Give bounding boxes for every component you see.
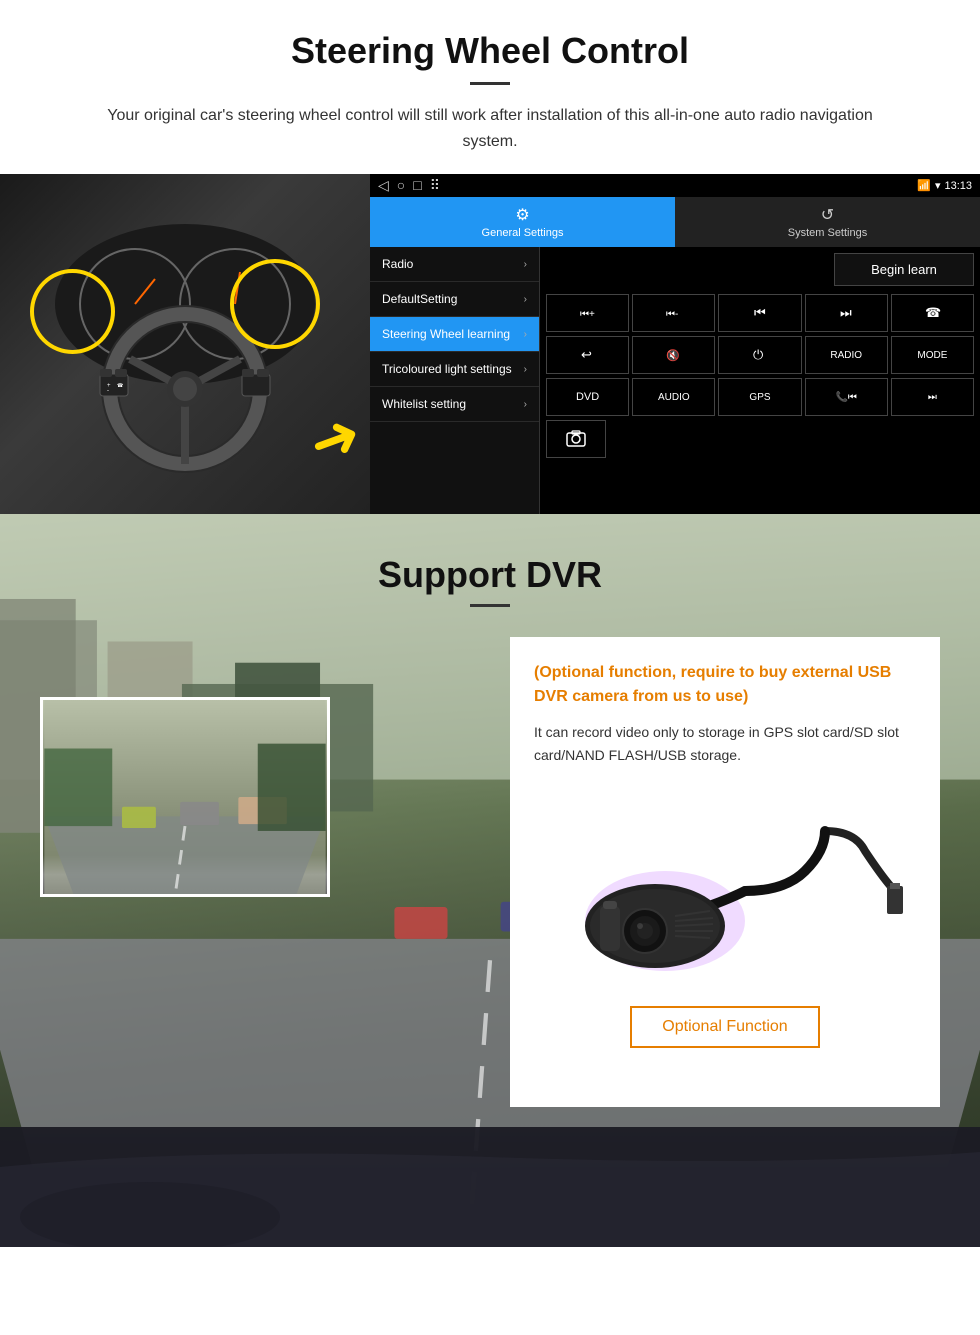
svg-text:☎: ☎: [925, 305, 941, 320]
section1-title: Steering Wheel Control: [40, 30, 940, 72]
svg-text:⏮-: ⏮-: [666, 309, 678, 320]
steering-photo: + - ☎ ➜: [0, 174, 370, 514]
svg-text:⏮+: ⏮+: [580, 309, 595, 320]
status-bar-nav: ◁ ○ □ ⠿: [378, 177, 440, 194]
signal-icon: 📶: [917, 179, 931, 192]
ctrl-audio[interactable]: AUDIO: [632, 378, 715, 416]
menu-radio-label: Radio: [382, 257, 413, 271]
nav-dots[interactable]: ⠿: [430, 177, 440, 194]
ctrl-radio[interactable]: RADIO: [805, 336, 888, 374]
android-tab-bar: ⚙ General Settings ↺ System Settings: [370, 197, 980, 247]
chevron-right-icon-2: ›: [524, 294, 527, 305]
ctrl-phone[interactable]: ☎: [891, 294, 974, 332]
dvr-desc-text: It can record video only to storage in G…: [534, 721, 916, 766]
section2-dvr: Support DVR: [0, 514, 980, 1247]
begin-learn-button[interactable]: Begin learn: [834, 253, 974, 286]
menu-tricoloured-label: Tricoloured light settings: [382, 362, 512, 376]
section1-divider: [470, 82, 510, 85]
steering-control-area: Begin learn ⏮+ ⏮- ⏮ ⏭: [540, 247, 980, 514]
android-main-area: Radio › DefaultSetting › Steering Wheel …: [370, 247, 980, 514]
dvr-preview-image: [40, 697, 330, 897]
nav-square[interactable]: □: [413, 177, 421, 194]
menu-item-steering[interactable]: Steering Wheel learning ›: [370, 317, 539, 352]
car-dashboard-svg: [0, 1127, 980, 1247]
dvr-info-card: (Optional function, require to buy exter…: [510, 637, 940, 1107]
ctrl-camera[interactable]: [546, 420, 606, 458]
tab-system-label: System Settings: [788, 227, 867, 239]
dvr-camera-svg: [545, 791, 905, 981]
status-bar: ◁ ○ □ ⠿ 📶 ▾ 13:13: [370, 174, 980, 197]
menu-item-default[interactable]: DefaultSetting ›: [370, 282, 539, 317]
status-bar-info: 📶 ▾ 13:13: [917, 179, 972, 192]
svg-text:☎: ☎: [117, 383, 123, 389]
section2-inner: Support DVR: [0, 514, 980, 1127]
ctrl-dvd[interactable]: DVD: [546, 378, 629, 416]
menu-item-radio[interactable]: Radio ›: [370, 247, 539, 282]
svg-text:🔇: 🔇: [666, 349, 680, 362]
section2-divider: [470, 604, 510, 607]
begin-learn-row: Begin learn: [546, 253, 974, 286]
status-time: 13:13: [944, 180, 972, 192]
control-buttons-row1: ⏮+ ⏮- ⏮ ⏭ ☎: [546, 294, 974, 332]
ctrl-next2[interactable]: ⏭: [891, 378, 974, 416]
ctrl-vol-down[interactable]: ⏮-: [632, 294, 715, 332]
wifi-icon: ▾: [935, 179, 941, 192]
general-settings-icon: ⚙: [515, 205, 529, 225]
optional-function-button[interactable]: Optional Function: [630, 1006, 819, 1048]
chevron-right-icon-5: ›: [524, 399, 527, 410]
settings-menu: Radio › DefaultSetting › Steering Wheel …: [370, 247, 540, 514]
ctrl-vol-up[interactable]: ⏮+: [546, 294, 629, 332]
section2-bottom: [0, 1127, 980, 1247]
control-buttons-row2: ↩ 🔇 ⏻ RADIO MODE: [546, 336, 974, 374]
svg-text:-: -: [107, 388, 109, 394]
menu-steering-label: Steering Wheel learning: [382, 327, 510, 341]
tab-system-settings[interactable]: ↺ System Settings: [675, 197, 980, 247]
device-screenshot: + - ☎ ➜ ◁ ○ □ ⠿ 📶 ▾ 13:13: [0, 174, 980, 514]
nav-back[interactable]: ◁: [378, 177, 389, 194]
chevron-right-icon: ›: [524, 259, 527, 270]
chevron-right-icon-3: ›: [524, 329, 527, 340]
menu-whitelist-label: Whitelist setting: [382, 397, 466, 411]
dvr-camera-image: [534, 786, 916, 986]
ctrl-next[interactable]: ⏭: [805, 294, 888, 332]
section2-title: Support DVR: [40, 554, 940, 596]
ctrl-mode[interactable]: MODE: [891, 336, 974, 374]
svg-text:⏮: ⏮: [754, 305, 766, 320]
ctrl-prev[interactable]: ⏮: [718, 294, 801, 332]
android-ui-panel: ◁ ○ □ ⠿ 📶 ▾ 13:13 ⚙ General Settings ↺ S…: [370, 174, 980, 514]
ctrl-mute[interactable]: 🔇: [632, 336, 715, 374]
menu-item-tricoloured[interactable]: Tricoloured light settings ›: [370, 352, 539, 387]
yellow-circle-right: [230, 259, 320, 349]
dvr-optional-text: (Optional function, require to buy exter…: [534, 661, 916, 709]
dvr-preview-svg: [43, 700, 327, 894]
svg-text:↩: ↩: [581, 347, 592, 362]
svg-text:⏻: ⏻: [753, 347, 763, 362]
yellow-circle-left: [30, 269, 115, 354]
nav-home[interactable]: ○: [397, 177, 405, 194]
menu-item-whitelist[interactable]: Whitelist setting ›: [370, 387, 539, 422]
section1-subtitle: Your original car's steering wheel contr…: [100, 103, 880, 154]
dvr-left-area: [40, 637, 490, 897]
ctrl-power[interactable]: ⏻: [718, 336, 801, 374]
svg-text:⏭: ⏭: [840, 305, 852, 320]
chevron-right-icon-4: ›: [524, 364, 527, 375]
ctrl-back[interactable]: ↩: [546, 336, 629, 374]
menu-default-label: DefaultSetting: [382, 292, 457, 306]
control-buttons-row4: [546, 420, 974, 458]
dvr-layout: (Optional function, require to buy exter…: [40, 637, 940, 1107]
system-settings-icon: ↺: [821, 205, 834, 225]
ctrl-gps[interactable]: GPS: [718, 378, 801, 416]
control-buttons-row3: DVD AUDIO GPS 📞⏮ ⏭: [546, 378, 974, 416]
tab-general-settings[interactable]: ⚙ General Settings: [370, 197, 675, 247]
section1-steering-wheel: Steering Wheel Control Your original car…: [0, 0, 980, 154]
optional-function-container: Optional Function: [534, 1006, 916, 1048]
tab-general-label: General Settings: [482, 227, 564, 239]
ctrl-phone-prev[interactable]: 📞⏮: [805, 378, 888, 416]
